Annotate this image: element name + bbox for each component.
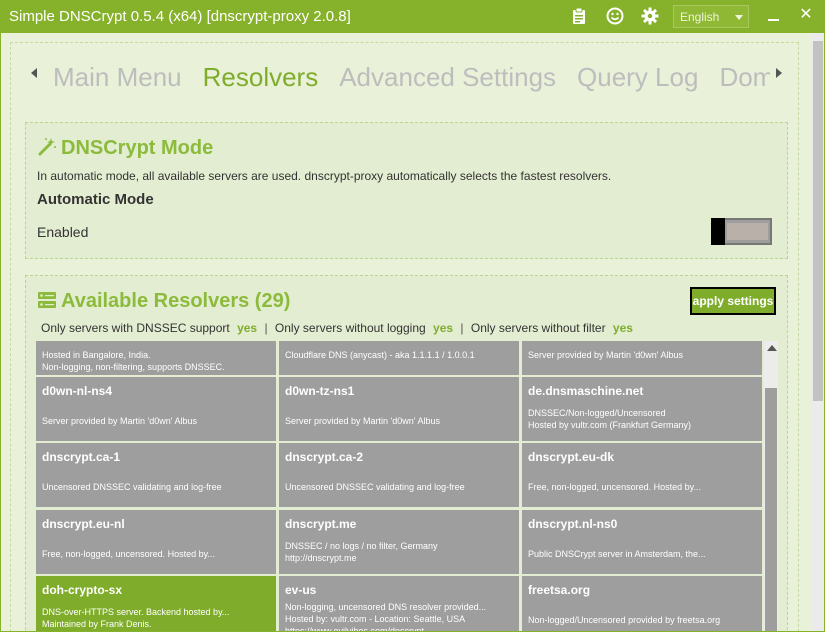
filter-separator: |	[460, 321, 464, 335]
scrollbar-thumb[interactable]	[813, 41, 823, 401]
main-window: Main Menu Resolvers Advanced Settings Query…	[1, 33, 824, 631]
resolver-tile[interactable]: dnscrypt.eu-nl Free, non-logged, uncenso…	[36, 510, 276, 574]
filter-dnssec-label: Only servers with DNSSEC support	[41, 321, 230, 335]
title-bar: Simple DNSCrypt 0.5.4 (x64) [dnscrypt-pr…	[0, 0, 825, 33]
resolver-name: d0wn-tz-ns1	[285, 384, 355, 398]
resolver-tile[interactable]: ev-us Non-logging, uncensored DNS resolv…	[279, 576, 519, 631]
resolver-tile[interactable]: Server provided by Martin 'd0wn' Albus	[522, 341, 762, 375]
resolver-filters: Only servers with DNSSEC support yes | O…	[41, 321, 637, 335]
resolver-description: Hosted in Bangalore, India. Non-logging,…	[42, 350, 225, 372]
tab-advanced-settings[interactable]: Advanced Settings	[339, 59, 556, 95]
window-title: Simple DNSCrypt 0.5.4 (x64) [dnscrypt-pr…	[9, 8, 351, 25]
resolver-description: Free, non-logged, uncensored. Hosted by.…	[528, 482, 701, 492]
resolver-tile[interactable]: Cloudflare DNS (anycast) - aka 1.1.1.1 /…	[279, 341, 519, 375]
resolver-name: d0wn-nl-ns4	[42, 384, 113, 398]
resolver-name: dnscrypt.ca-1	[42, 450, 121, 464]
resolver-name: dnscrypt.eu-dk	[528, 450, 615, 464]
resolver-tile[interactable]: dnscrypt.nl-ns0 Public DNSCrypt server i…	[522, 510, 762, 574]
resolver-grid-scrollbar[interactable]	[764, 341, 778, 631]
resolver-description: Cloudflare DNS (anycast) - aka 1.1.1.1 /…	[285, 350, 475, 360]
tab-query-log[interactable]: Query Log	[577, 59, 698, 95]
tab-strip: Main Menu Resolvers Advanced Settings Query…	[44, 59, 770, 99]
resolver-name: ev-us	[285, 583, 317, 597]
resolver-tile[interactable]: freetsa.org Non-logged/Uncensored provid…	[522, 576, 762, 631]
tab-domain-block-log[interactable]: Domain Block Log	[719, 59, 770, 95]
mode-subtitle: Automatic Mode	[37, 191, 154, 208]
minimize-button[interactable]	[765, 7, 783, 25]
resolvers-title-text: Available Resolvers (29)	[61, 290, 291, 312]
resolver-description: Server provided by Martin 'd0wn' Albus	[285, 416, 441, 426]
tab-resolvers[interactable]: Resolvers	[203, 59, 319, 95]
resolver-name: doh-crypto-sx	[42, 583, 123, 597]
filter-separator: |	[264, 321, 268, 335]
mode-state-label: Enabled	[37, 224, 89, 240]
resolver-name: dnscrypt.nl-ns0	[528, 517, 618, 531]
resolver-description: Uncensored DNSSEC validating and log-fre…	[285, 482, 465, 492]
language-value: English	[680, 10, 720, 24]
magic-wand-icon	[37, 137, 57, 157]
resolver-name: dnscrypt.me	[285, 517, 357, 531]
resolver-description: Non-logged/Uncensored provided by freets…	[528, 615, 721, 625]
resolver-tile[interactable]: d0wn-nl-ns4 Server provided by Martin 'd…	[36, 377, 276, 441]
scroll-up-icon[interactable]	[767, 345, 777, 351]
resolver-tile[interactable]: dnscrypt.me DNSSEC / no logs / no filter…	[279, 510, 519, 574]
tab-main-menu[interactable]: Main Menu	[53, 59, 182, 95]
clipboard-icon[interactable]	[570, 7, 588, 25]
mode-title: DNSCrypt Mode	[37, 137, 213, 160]
resolver-description: DNS-over-HTTPS server. Backend hosted by…	[42, 607, 230, 629]
apply-settings-button[interactable]: apply settings	[690, 287, 776, 315]
resolver-name: freetsa.org	[528, 583, 591, 597]
filter-nofilter-toggle[interactable]: yes	[613, 321, 633, 335]
resolver-description: Public DNSCrypt server in Amsterdam, the…	[528, 549, 706, 559]
filter-nofilter-label: Only servers without filter	[470, 321, 606, 335]
resolver-tile-selected[interactable]: doh-crypto-sx DNS-over-HTTPS server. Bac…	[36, 576, 276, 631]
resolver-description: Server provided by Martin 'd0wn' Albus	[528, 350, 684, 360]
resolver-description: DNSSEC / no logs / no filter, Germany ht…	[285, 541, 438, 563]
filter-nolog-toggle[interactable]: yes	[433, 321, 453, 335]
resolver-name: de.dnsmaschine.net	[528, 384, 644, 398]
resolver-description: DNSSEC/Non-logged/Uncensored Hosted by v…	[528, 408, 692, 430]
server-icon	[37, 290, 57, 310]
mode-description: In automatic mode, all available servers…	[37, 169, 612, 183]
toggle-knob	[711, 218, 725, 245]
resolver-description: Non-logging, uncensored DNS resolver pro…	[285, 602, 487, 631]
close-button[interactable]: ✕	[797, 6, 815, 24]
resolver-description: Uncensored DNSSEC validating and log-fre…	[42, 482, 222, 492]
resolver-description: Server provided by Martin 'd0wn' Albus	[42, 416, 198, 426]
tab-scroll-right-icon[interactable]	[776, 68, 782, 78]
chevron-down-icon	[735, 15, 743, 20]
resolver-tile[interactable]: dnscrypt.ca-2 Uncensored DNSSEC validati…	[279, 443, 519, 507]
resolvers-title: Available Resolvers (29)	[37, 290, 290, 313]
gear-icon[interactable]	[641, 7, 659, 25]
resolver-name: dnscrypt.ca-2	[285, 450, 364, 464]
resolver-description: Free, non-logged, uncensored. Hosted by.…	[42, 549, 215, 559]
resolver-grid: Hosted in Bangalore, India. Non-logging,…	[36, 341, 763, 631]
toggle-track	[727, 223, 768, 240]
resolver-tile[interactable]: de.dnsmaschine.net DNSSEC/Non-logged/Unc…	[522, 377, 762, 441]
resolver-tile[interactable]: dnscrypt.ca-1 Uncensored DNSSEC validati…	[36, 443, 276, 507]
resolver-name: dnscrypt.eu-nl	[42, 517, 125, 531]
dnscrypt-mode-panel: DNSCrypt Mode In automatic mode, all ava…	[25, 122, 788, 259]
filter-nolog-label: Only servers without logging	[274, 321, 426, 335]
scrollbar-thumb[interactable]	[765, 388, 777, 631]
filter-dnssec-toggle[interactable]: yes	[237, 321, 257, 335]
resolver-tile[interactable]: d0wn-tz-ns1 Server provided by Martin 'd…	[279, 377, 519, 441]
tab-scroll-left-icon[interactable]	[31, 68, 37, 78]
available-resolvers-panel: Available Resolvers (29) apply settings …	[25, 275, 788, 631]
resolver-tile[interactable]: dnscrypt.eu-dk Free, non-logged, uncenso…	[522, 443, 762, 507]
window-scrollbar[interactable]	[811, 33, 824, 631]
mode-title-text: DNSCrypt Mode	[61, 137, 214, 159]
automatic-mode-toggle[interactable]	[711, 218, 772, 245]
smiley-icon[interactable]	[606, 7, 624, 25]
resolver-tile[interactable]: Hosted in Bangalore, India. Non-logging,…	[36, 341, 276, 375]
language-select[interactable]: English	[673, 5, 749, 28]
